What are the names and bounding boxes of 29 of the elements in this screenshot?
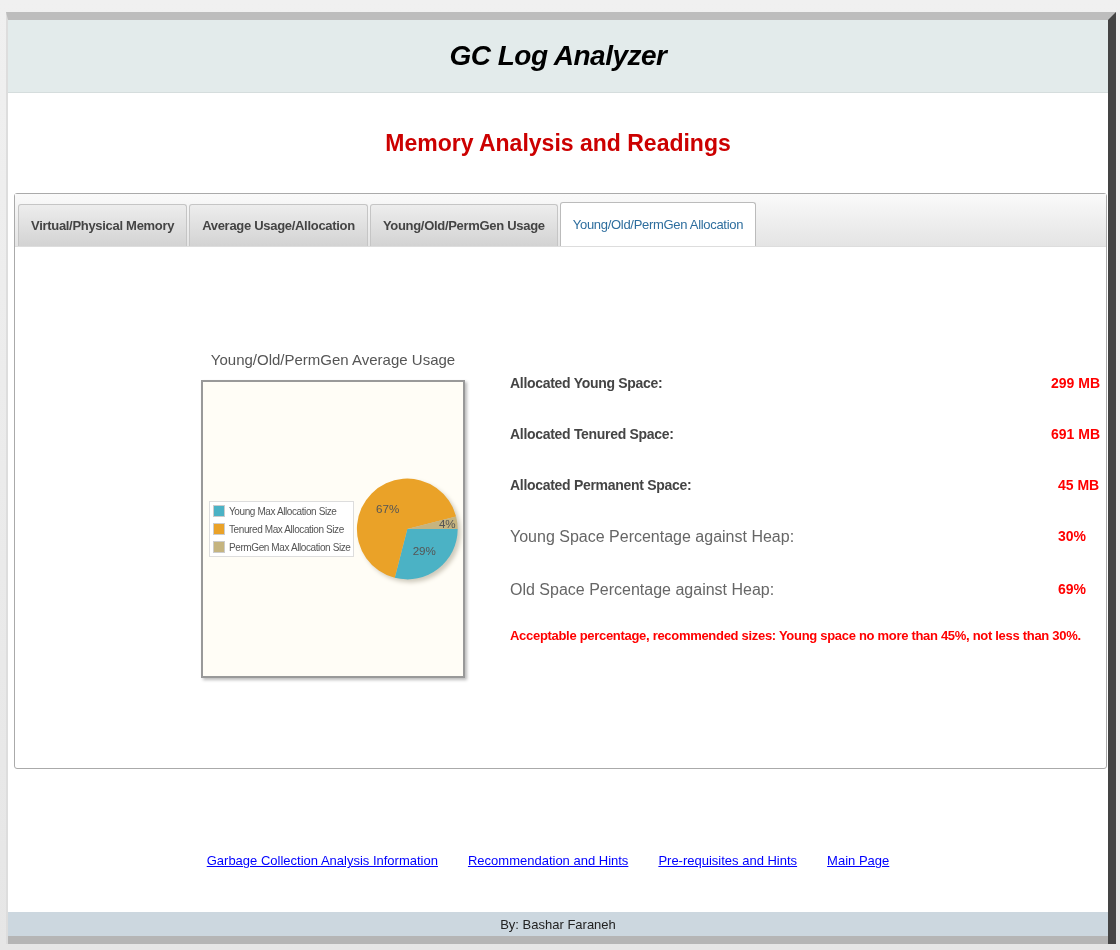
reading-label: Allocated Young Space: <box>510 375 663 391</box>
reading-value: 691 MB <box>1050 426 1100 442</box>
chart-title: Young/Old/PermGen Average Usage <box>210 351 456 368</box>
reading-value: 69% <box>1058 581 1088 597</box>
reading-label: Old Space Percentage against Heap: <box>510 581 775 599</box>
tab[interactable]: Average Usage/Allocation <box>189 204 368 246</box>
footer-link[interactable]: Garbage Collection Analysis Information <box>206 853 438 869</box>
slice-label: 4% <box>439 516 457 530</box>
tab[interactable]: Young/Old/PermGen Allocation <box>559 202 757 246</box>
author-credit: By: Bashar Faraneh <box>500 916 616 932</box>
reading-value: 45 MB <box>1058 477 1100 493</box>
tab[interactable]: Virtual/Physical Memory <box>18 204 188 246</box>
slice-label: 29% <box>413 543 437 557</box>
footer-link[interactable]: Recommendation and Hints <box>467 853 629 869</box>
legend-label: PermGen Max Allocation Size <box>229 541 351 553</box>
tab[interactable]: Young/Old/PermGen Usage <box>369 204 558 246</box>
reading-label: Allocated Permanent Space: <box>510 477 692 493</box>
legend-label: Young Max Allocation Size <box>229 505 337 517</box>
legend-label: Tenured Max Allocation Size <box>229 523 344 535</box>
reading-value: 299 MB <box>1050 375 1100 391</box>
recommendation-note: Acceptable percentage, recommended sizes: Young space no more than 45%, not less than 30%. <box>510 628 1082 643</box>
reading-label: Young Space Percentage against Heap: <box>510 528 795 546</box>
app-title: GC Log Analyzer <box>449 40 667 72</box>
reading-value: 30% <box>1058 528 1088 544</box>
reading-label: Allocated Tenured Space: <box>510 426 674 442</box>
page-subtitle: Memory Analysis and Readings <box>384 128 732 158</box>
slice-label: 67% <box>376 502 400 516</box>
footer-link[interactable]: Pre-requisites and Hints <box>658 853 798 869</box>
footer-link[interactable]: Main Page <box>827 853 890 869</box>
